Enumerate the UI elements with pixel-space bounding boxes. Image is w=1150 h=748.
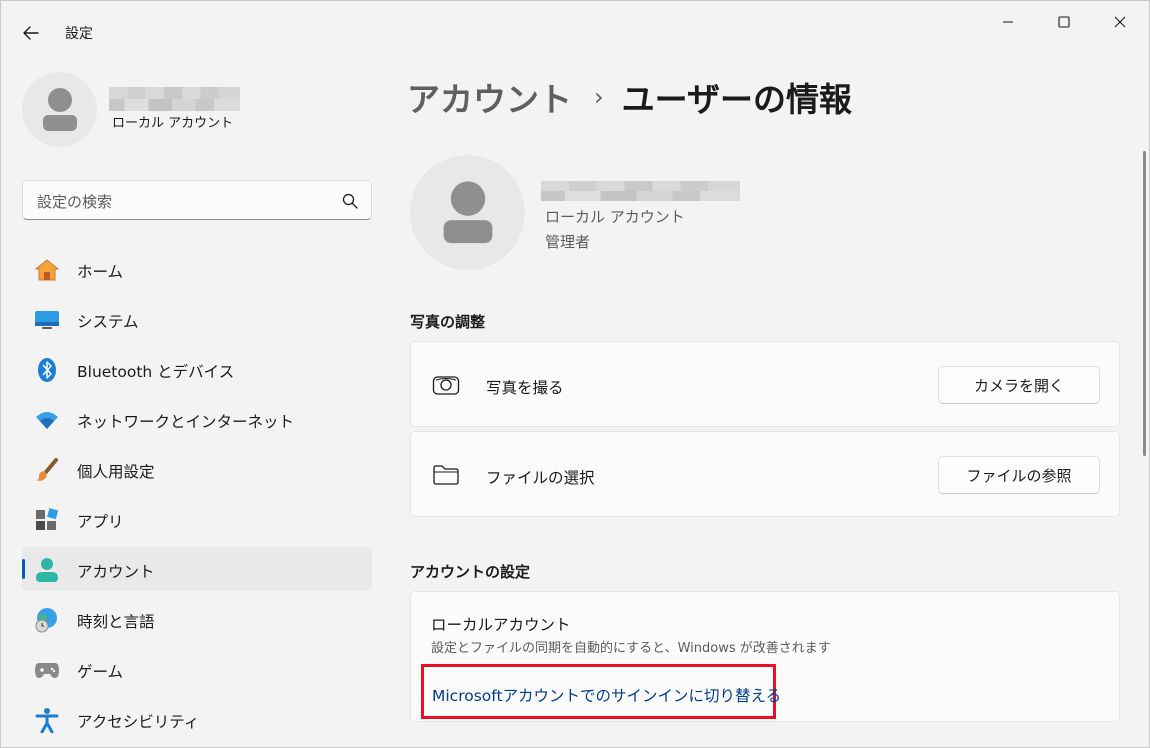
user-role: 管理者 [545, 233, 591, 251]
folder-icon [431, 462, 461, 488]
user-avatar [410, 155, 525, 270]
accessibility-icon [34, 707, 60, 733]
home-icon [34, 257, 60, 283]
sidebar-item-apps[interactable]: アプリ [22, 497, 372, 541]
minimize-button[interactable] [985, 7, 1031, 37]
bluetooth-icon [34, 357, 60, 383]
page-title: ユーザーの情報 [621, 80, 852, 119]
person-icon [443, 180, 492, 243]
redacted-user-name [541, 181, 740, 201]
sidebar-account-type: ローカル アカウント [112, 116, 234, 131]
system-icon [34, 307, 60, 333]
sidebar-item-label: アクセシビリティ [77, 713, 200, 731]
choose-file-label: ファイルの選択 [486, 469, 595, 487]
sidebar-item-accessibility[interactable]: アクセシビリティ [22, 697, 372, 741]
camera-icon [431, 372, 461, 398]
take-photo-label: 写真を撮る [486, 379, 564, 397]
sidebar-item-label: Bluetooth とデバイス [77, 363, 235, 381]
title-bar: 設定 [1, 1, 1150, 49]
sidebar-item-personalization[interactable]: 個人用設定 [22, 447, 372, 491]
sidebar-item-home[interactable]: ホーム [22, 247, 372, 291]
breadcrumb-parent[interactable]: アカウント [407, 73, 572, 121]
sidebar-item-accounts[interactable]: アカウント [22, 547, 372, 591]
search-icon [342, 193, 358, 209]
app-title: 設定 [65, 26, 93, 42]
brush-icon [34, 457, 60, 483]
local-account-title: ローカルアカウント [431, 616, 571, 634]
open-camera-button[interactable]: カメラを開く [938, 366, 1100, 404]
sidebar-item-system[interactable]: システム [22, 297, 372, 341]
maximize-icon [1058, 16, 1070, 28]
apps-icon [34, 507, 60, 533]
sidebar-item-time-language[interactable]: 時刻と言語 [22, 597, 372, 641]
section-title-account: アカウントの設定 [410, 563, 531, 581]
sidebar-item-label: ネットワークとインターネット [77, 413, 295, 431]
minimize-icon [1003, 21, 1013, 23]
search-input[interactable]: 設定の検索 [22, 180, 372, 220]
browse-files-button[interactable]: ファイルの参照 [938, 456, 1100, 494]
local-account-description: 設定とファイルの同期を自動的にすると、Windows が改善されます [431, 641, 831, 656]
sidebar-item-network[interactable]: ネットワークとインターネット [22, 397, 372, 441]
sidebar-item-label: システム [77, 313, 139, 331]
scrollbar-thumb[interactable] [1143, 151, 1146, 456]
breadcrumb: アカウント › ユーザーの情報 [407, 73, 852, 121]
redacted-user-name [109, 87, 240, 111]
sidebar-item-label: ゲーム [77, 663, 124, 681]
user-account-type: ローカル アカウント [545, 208, 685, 226]
choose-file-card: ファイルの選択 ファイルの参照 [410, 431, 1120, 517]
search-placeholder: 設定の検索 [37, 193, 113, 211]
gamepad-icon [34, 657, 60, 683]
sidebar-item-label: 個人用設定 [77, 463, 155, 481]
sidebar-item-label: 時刻と言語 [77, 613, 155, 631]
sidebar-item-label: アカウント [77, 563, 155, 581]
sidebar-item-label: アプリ [77, 513, 124, 531]
sidebar-nav: ホーム システム Bluetooth とデバイス ネットワークとインターネット … [22, 247, 372, 747]
time-language-icon [34, 607, 60, 633]
sidebar-item-label: ホーム [77, 263, 124, 281]
maximize-button[interactable] [1041, 7, 1087, 37]
wifi-icon [34, 407, 60, 433]
account-icon [34, 557, 60, 583]
close-icon [1114, 16, 1126, 28]
sidebar-avatar [22, 72, 97, 147]
take-photo-card: 写真を撮る カメラを開く [410, 341, 1120, 427]
settings-window: 設定 ローカル アカウント 設定の検索 ホーム システム Bluetooth と… [0, 0, 1150, 748]
sidebar-item-bluetooth[interactable]: Bluetooth とデバイス [22, 347, 372, 391]
back-arrow-icon [23, 26, 39, 40]
switch-to-microsoft-account-link[interactable]: Microsoftアカウントでのサインインに切り替える [432, 684, 781, 706]
close-button[interactable] [1097, 7, 1143, 37]
person-icon [42, 87, 77, 131]
scrollbar[interactable] [1143, 151, 1147, 461]
back-button[interactable] [15, 19, 47, 47]
selection-indicator [22, 559, 25, 579]
sidebar-item-gaming[interactable]: ゲーム [22, 647, 372, 691]
local-account-card: ローカルアカウント 設定とファイルの同期を自動的にすると、Windows が改善… [410, 591, 1120, 722]
breadcrumb-separator: › [594, 83, 604, 111]
section-title-photo: 写真の調整 [410, 313, 486, 331]
